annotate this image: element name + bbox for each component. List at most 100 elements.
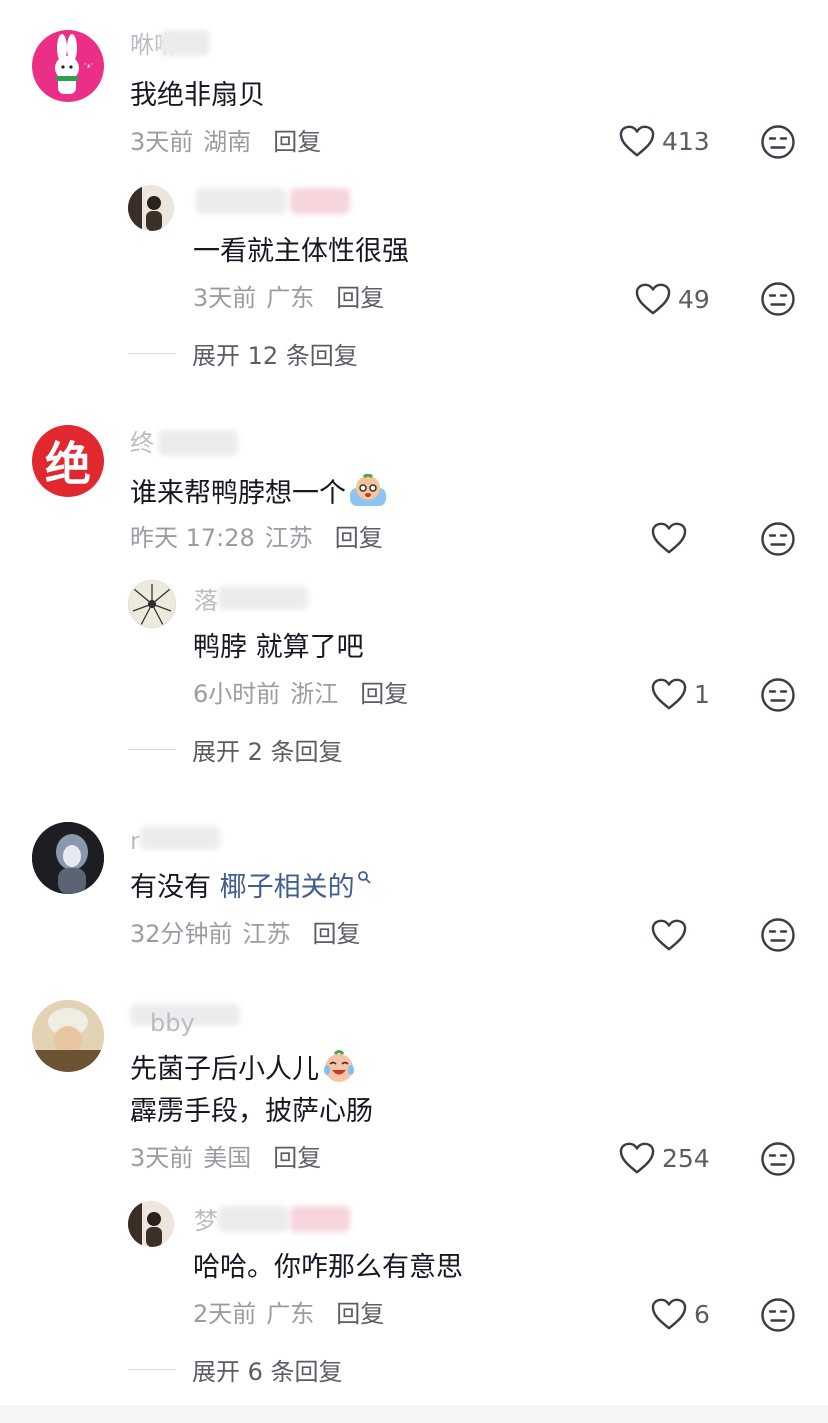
avatar[interactable] [32, 1000, 104, 1072]
neutral-face-icon[interactable] [760, 1297, 796, 1333]
reply-button[interactable]: 回复 [336, 284, 384, 312]
username[interactable]: bby [150, 1008, 195, 1038]
comment-location: 江苏 [264, 524, 313, 552]
username[interactable]: 梦 [194, 1206, 218, 1236]
avatar[interactable] [32, 822, 104, 894]
expand-replies-button[interactable]: 展开 6 条回复 [128, 1352, 343, 1387]
comment-meta: 3天前 湖南 回复 [130, 126, 321, 158]
avatar[interactable] [128, 580, 176, 628]
like-button[interactable]: 1 [650, 677, 710, 711]
reply-button[interactable]: 回复 [336, 1300, 384, 1328]
avatar[interactable]: ᵔᴥᵔ [32, 30, 104, 102]
comment-time: 3天前 [130, 128, 194, 156]
like-count: 6 [694, 1299, 710, 1329]
comment-location: 广东 [266, 284, 315, 312]
svg-text:ᵔᴥᵔ: ᵔᴥᵔ [84, 62, 94, 70]
reply-button[interactable]: 回复 [335, 524, 383, 552]
like-count: 413 [662, 126, 710, 156]
comment-text: 先菌子后小人儿 [130, 1050, 357, 1088]
comment-location: 美国 [203, 1144, 252, 1172]
avatar-character: 绝 [45, 437, 91, 491]
crying-emoji-icon [350, 474, 386, 506]
username-redaction [158, 430, 238, 456]
comment-location: 浙江 [290, 680, 339, 708]
comment-meta: 2天前 广东 回复 [193, 1298, 384, 1330]
baby-avatar-icon [32, 1000, 104, 1072]
heart-outline-icon [634, 282, 672, 316]
comment-text: 鸭脖 就算了吧 [193, 632, 364, 663]
like-button[interactable]: 254 [618, 1141, 710, 1175]
neutral-face-icon[interactable] [760, 521, 796, 557]
search-icon[interactable] [357, 870, 371, 884]
expand-label: 展开 12 条回复 [192, 342, 358, 370]
person-avatar-icon [32, 822, 104, 894]
neutral-face-icon[interactable] [760, 917, 796, 953]
comment-text-content: 先菌子后小人儿 [130, 1054, 319, 1085]
like-button[interactable]: 49 [634, 282, 710, 316]
divider [128, 1369, 176, 1370]
expand-label: 展开 6 条回复 [192, 1358, 343, 1386]
username[interactable]: r [130, 826, 140, 856]
like-count: 254 [662, 1143, 710, 1173]
neutral-face-icon[interactable] [760, 677, 796, 713]
heart-outline-icon [650, 1297, 688, 1331]
comment-text: 哈哈。你咋那么有意思 [193, 1252, 463, 1283]
expand-replies-button[interactable]: 展开 12 条回复 [128, 336, 358, 371]
neutral-face-icon[interactable] [760, 281, 796, 317]
username-redaction [290, 188, 350, 214]
neutral-face-icon[interactable] [760, 124, 796, 160]
like-count: 1 [694, 679, 710, 709]
comment-time: 32分钟前 [130, 920, 233, 948]
laughing-crying-emoji-icon [324, 1050, 354, 1082]
heart-outline-icon [650, 521, 688, 555]
person-avatar-icon [128, 1201, 174, 1247]
neutral-face-icon[interactable] [760, 1141, 796, 1177]
comment-meta: 6小时前 浙江 回复 [193, 678, 408, 710]
comment-time: 2天前 [193, 1300, 257, 1328]
comment-time: 6小时前 [193, 680, 281, 708]
heart-outline-icon [618, 1141, 656, 1175]
comment-location: 江苏 [242, 920, 291, 948]
reply-button[interactable]: 回复 [313, 920, 361, 948]
like-button[interactable] [650, 521, 694, 555]
expand-replies-button[interactable]: 展开 2 条回复 [128, 732, 343, 767]
like-button[interactable]: 413 [618, 124, 710, 158]
bottom-divider [0, 1405, 828, 1423]
username-redaction [140, 826, 220, 850]
username[interactable]: 终 [130, 428, 154, 458]
rabbit-avatar-icon: ᵔᴥᵔ [55, 34, 94, 94]
username-redaction [290, 1206, 350, 1232]
avatar[interactable] [128, 185, 174, 231]
like-count: 49 [678, 284, 710, 314]
comment-location: 广东 [266, 1300, 315, 1328]
comment-time: 3天前 [130, 1144, 194, 1172]
comment-text: 我绝非扇贝 [130, 80, 265, 111]
comment-meta: 昨天 17:28 江苏 回复 [130, 522, 383, 554]
comment-meta: 3天前 广东 回复 [193, 282, 384, 314]
like-button[interactable]: 6 [650, 1297, 710, 1331]
reply-button[interactable]: 回复 [273, 128, 321, 156]
avatar[interactable] [128, 1201, 174, 1247]
comment-location: 湖南 [203, 128, 252, 156]
username[interactable]: 落 [194, 586, 218, 616]
comment-text-content: 有没有 [130, 872, 220, 903]
heart-outline-icon [650, 677, 688, 711]
heart-outline-icon [618, 124, 656, 158]
avatar[interactable]: 绝 [32, 425, 104, 497]
person-avatar-icon [128, 185, 174, 231]
search-link[interactable]: 椰子相关的 [220, 872, 355, 903]
comment-text-content: 谁来帮鸭脖想一个 [130, 478, 346, 509]
comment-time: 昨天 17:28 [130, 524, 255, 552]
comment-text: 谁来帮鸭脖想一个 [130, 474, 388, 512]
divider [128, 353, 176, 354]
comment-text: 一看就主体性很强 [193, 236, 409, 267]
comment-time: 3天前 [193, 284, 257, 312]
reply-button[interactable]: 回复 [360, 680, 408, 708]
reply-button[interactable]: 回复 [273, 1144, 321, 1172]
expand-label: 展开 2 条回复 [192, 738, 343, 766]
comment-meta: 3天前 美国 回复 [130, 1142, 321, 1174]
username-redaction [160, 30, 210, 56]
username-redaction [196, 188, 286, 214]
like-button[interactable] [650, 918, 694, 952]
comment-meta: 32分钟前 江苏 回复 [130, 918, 361, 950]
